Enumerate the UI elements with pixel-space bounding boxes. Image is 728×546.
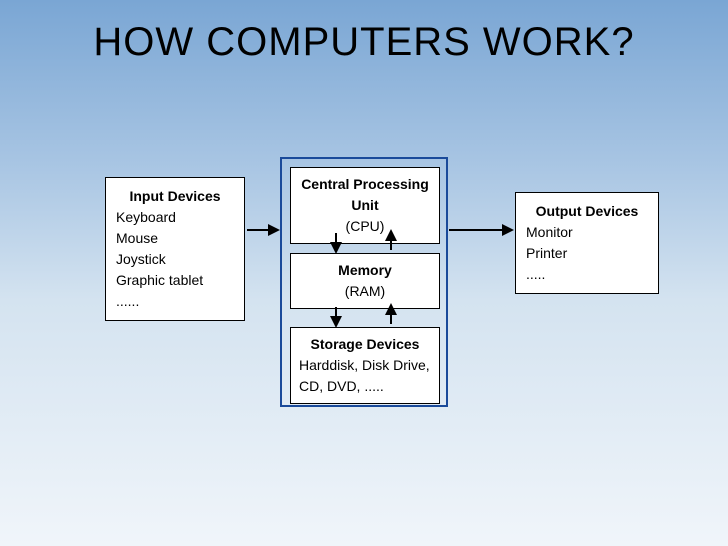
memory-box: Memory (RAM) <box>290 253 440 309</box>
central-unit-container: Central Processing Unit (CPU) Memory (RA… <box>280 157 448 407</box>
arrow-storage-to-memory <box>390 314 392 324</box>
input-devices-box: Input Devices Keyboard Mouse Joystick Gr… <box>105 177 245 321</box>
storage-box: Storage Devices Harddisk, Disk Drive, CD… <box>290 327 440 404</box>
cpu-box: Central Processing Unit (CPU) <box>290 167 440 244</box>
storage-label: Storage Devices <box>299 334 431 355</box>
cpu-label: Central Processing Unit <box>295 174 435 216</box>
input-devices-items: Keyboard Mouse Joystick Graphic tablet .… <box>116 207 234 312</box>
slide-title: HOW COMPUTERS WORK? <box>0 20 728 65</box>
arrowhead-memory-to-storage-icon <box>330 316 342 328</box>
input-devices-label: Input Devices <box>116 186 234 207</box>
output-devices-box: Output Devices Monitor Printer ..... <box>515 192 659 294</box>
arrowhead-storage-to-memory-icon <box>385 303 397 315</box>
arrowhead-center-to-output-icon <box>502 224 514 236</box>
arrowhead-input-to-center-icon <box>268 224 280 236</box>
cpu-sublabel: (CPU) <box>295 216 435 237</box>
memory-label: Memory <box>295 260 435 281</box>
storage-items: Harddisk, Disk Drive, CD, DVD, ..... <box>299 355 431 397</box>
output-devices-label: Output Devices <box>526 201 648 222</box>
output-devices-items: Monitor Printer ..... <box>526 222 648 285</box>
arrow-memory-to-cpu <box>390 240 392 250</box>
memory-sublabel: (RAM) <box>295 281 435 302</box>
arrow-center-to-output <box>449 229 503 231</box>
arrowhead-cpu-to-memory-icon <box>330 242 342 254</box>
arrow-input-to-center <box>247 229 269 231</box>
arrowhead-memory-to-cpu-icon <box>385 229 397 241</box>
